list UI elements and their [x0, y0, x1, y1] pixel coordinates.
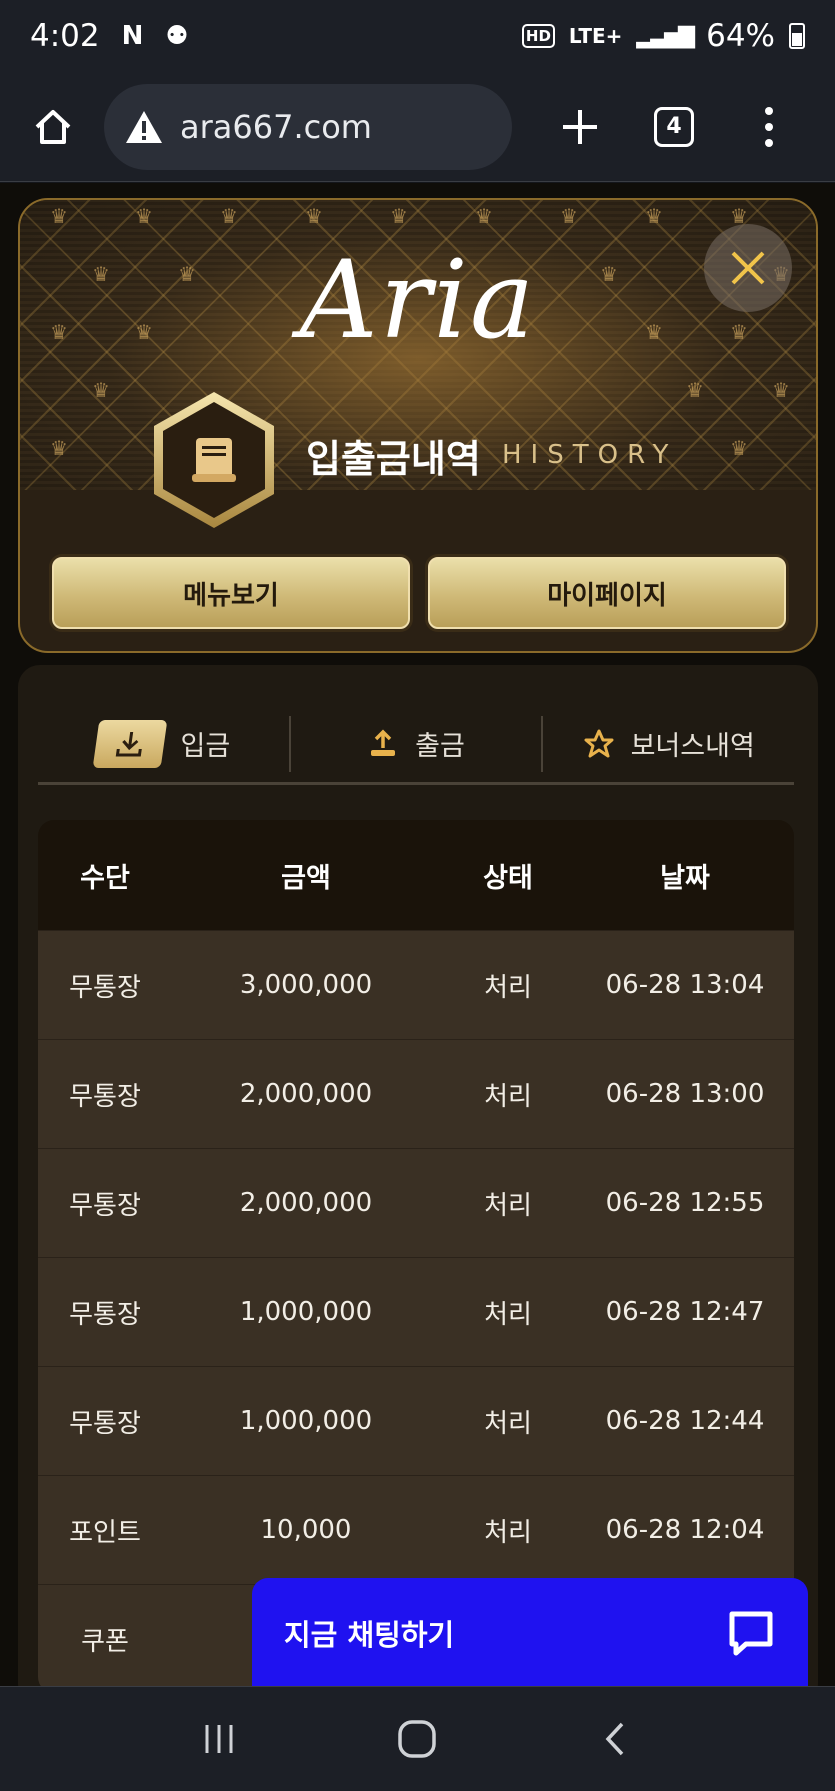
cell-amount: 1,000,000 — [239, 1297, 373, 1327]
url-text: ara667.com — [180, 107, 372, 146]
table-row: 무통장 2,000,000 처리 06-28 13:00 — [38, 1039, 794, 1148]
cell-date: 06-28 12:55 — [605, 1188, 765, 1218]
status-bar: 4:02 N ⚉ HD LTE+ ▂▃▅▇ 64% — [0, 0, 835, 72]
home-icon — [35, 109, 71, 144]
back-button[interactable] — [586, 1709, 646, 1769]
system-nav-bar — [0, 1686, 835, 1791]
cell-amount: 1,000,000 — [239, 1406, 373, 1436]
star-icon — [584, 729, 614, 757]
col-status: 상태 — [483, 862, 533, 894]
hd-icon: HD — [521, 24, 555, 48]
cell-date: 06-28 12:04 — [605, 1515, 765, 1545]
cell-method: 무통장 — [69, 1299, 141, 1330]
cell-amount: 10,000 — [260, 1515, 352, 1545]
new-tab-button[interactable] — [550, 97, 610, 157]
cell-status: 처리 — [484, 1081, 532, 1112]
netflix-icon: N — [121, 21, 144, 51]
cell-status: 처리 — [484, 972, 532, 1003]
cell-amount: 2,000,000 — [239, 1079, 373, 1109]
history-header-card: ♛♛♛♛♛♛♛♛♛ ♛♛♛♛ ♛♛♛♛ ♛♛♛ ♛♛ Aria 입출금내역 HI… — [18, 198, 818, 653]
history-table: 수단 금액 상태 날짜 무통장 3,000,000 처리 06-28 13:04… — [38, 820, 794, 1686]
history-tabs: 입금 출금 보너스내역 — [38, 705, 794, 785]
notification-icon: ⚉ — [165, 21, 189, 51]
table-row: 무통장 1,000,000 처리 06-28 12:47 — [38, 1257, 794, 1366]
chat-now-button[interactable]: 지금 채팅하기 — [252, 1578, 808, 1686]
cell-date: 06-28 13:00 — [605, 1079, 765, 1109]
tab-withdraw-label: 출금 — [415, 731, 465, 762]
cell-status: 처리 — [484, 1299, 532, 1330]
cell-method: 무통장 — [69, 1408, 141, 1439]
browser-toolbar: ara667.com 4 — [0, 72, 835, 182]
tab-switcher-button[interactable]: 4 — [654, 106, 694, 147]
chat-bubble-icon — [729, 1611, 773, 1656]
upload-icon — [371, 729, 396, 756]
recent-apps-icon — [205, 1725, 233, 1753]
address-bar[interactable]: ara667.com — [104, 83, 512, 170]
col-date: 날짜 — [660, 862, 710, 894]
cell-status: 처리 — [484, 1408, 532, 1439]
page-title: 입출금내역 — [306, 437, 481, 481]
cell-amount: 2,000,000 — [239, 1188, 373, 1218]
recent-apps-button[interactable] — [189, 1709, 249, 1769]
tab-bonus-label: 보너스내역 — [630, 731, 755, 762]
plus-icon — [563, 109, 597, 144]
home-nav-button[interactable] — [387, 1709, 447, 1769]
close-button[interactable] — [704, 224, 792, 312]
table-row: 무통장 2,000,000 처리 06-28 12:55 — [38, 1148, 794, 1257]
cell-status: 처리 — [484, 1190, 532, 1221]
history-panel: 입금 출금 보너스내역 수단 금액 상태 날짜 무통장 3,000,000 처리 — [18, 665, 818, 1686]
cell-method: 포인트 — [69, 1517, 141, 1548]
close-icon — [731, 251, 765, 285]
download-icon — [93, 719, 168, 768]
cell-method: 쿠폰 — [81, 1626, 129, 1657]
signal-icon: ▂▃▅▇ — [636, 23, 695, 49]
home-circle-icon — [398, 1720, 437, 1758]
battery-percent: 64% — [706, 18, 775, 54]
menu-view-button[interactable]: 메뉴보기 — [52, 557, 410, 629]
cell-amount: 3,000,000 — [239, 970, 373, 1000]
cell-date: 06-28 12:47 — [605, 1297, 765, 1327]
status-time: 4:02 — [30, 18, 100, 54]
tab-bonus[interactable]: 보너스내역 — [541, 715, 794, 772]
col-amount: 금액 — [281, 862, 331, 894]
cell-date: 06-28 12:44 — [605, 1406, 765, 1436]
tab-withdraw[interactable]: 출금 — [288, 715, 542, 772]
mypage-button[interactable]: 마이페이지 — [428, 557, 786, 629]
table-row: 포인트 10,000 처리 06-28 12:04 — [38, 1475, 794, 1584]
col-method: 수단 — [80, 862, 130, 894]
table-row: 무통장 1,000,000 처리 06-28 12:44 — [38, 1366, 794, 1475]
page-subtitle: HISTORY — [502, 440, 678, 470]
browser-menu-button[interactable] — [754, 106, 784, 147]
back-icon — [605, 1722, 624, 1756]
web-page: ♛♛♛♛♛♛♛♛♛ ♛♛♛♛ ♛♛♛♛ ♛♛♛ ♛♛ Aria 입출금내역 HI… — [0, 183, 835, 1686]
aria-logo: Aria — [299, 238, 537, 363]
home-button[interactable] — [24, 98, 82, 156]
cell-status: 처리 — [484, 1517, 532, 1548]
table-row: 무통장 3,000,000 처리 06-28 13:04 — [38, 930, 794, 1039]
tab-deposit-label: 입금 — [180, 731, 231, 762]
cell-method: 무통장 — [69, 1081, 141, 1112]
chat-label: 지금 채팅하기 — [284, 1618, 455, 1652]
ledger-badge-icon — [154, 392, 274, 528]
table-header: 수단 금액 상태 날짜 — [38, 820, 794, 930]
network-type: LTE+ — [568, 24, 623, 48]
cell-method: 무통장 — [69, 972, 141, 1003]
cell-date: 06-28 13:04 — [605, 970, 765, 1000]
cell-method: 무통장 — [69, 1190, 141, 1221]
warning-icon — [126, 110, 162, 143]
battery-icon — [789, 23, 805, 49]
tab-deposit[interactable]: 입금 — [38, 716, 289, 772]
